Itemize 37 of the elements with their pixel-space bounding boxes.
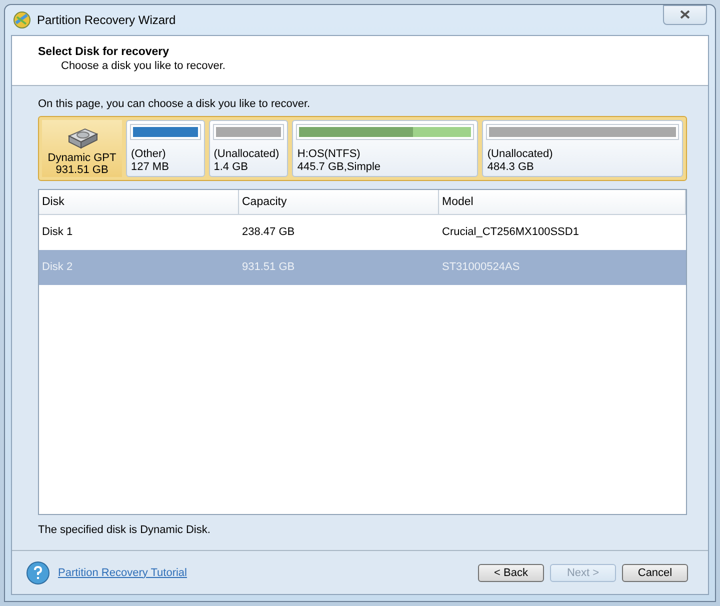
partition-size: 127 MB: [131, 160, 170, 174]
table-cell-text: Disk 2: [41, 260, 74, 276]
column-header[interactable]: Capacity: [239, 190, 439, 216]
disk-type: Dynamic GPT: [48, 152, 116, 164]
wizard-button[interactable]: < Back: [478, 564, 544, 582]
intro-text: On this page, you can choose a disk you like to recover.: [38, 98, 312, 112]
partition-label: (Unallocated): [487, 148, 554, 161]
partition-tile[interactable]: H:OS(NTFS) 445.7 GB,Simple: [292, 120, 478, 178]
page-title: Select Disk for recovery: [38, 46, 170, 58]
page-subtitle: Choose a disk you like to recover.: [60, 60, 226, 72]
disk-size: 931.51 GB: [56, 164, 108, 176]
column-header[interactable]: Disk: [39, 190, 239, 216]
close-icon: [680, 10, 690, 19]
tutorial-link[interactable]: Partition Recovery Tutorial: [58, 566, 187, 579]
status-text: The specified disk is Dynamic Disk.: [38, 524, 212, 538]
window-title: Partition Recovery Wizard: [37, 12, 176, 26]
table-cell-text: 238.47 GB: [241, 225, 296, 240]
partition-tile[interactable]: (Unallocated) 484.3 GB: [482, 120, 683, 178]
table-cell-text: 931.51 GB: [241, 260, 296, 276]
disk-tile[interactable]: Dynamic GPT 931.51 GB: [42, 120, 122, 178]
close-button[interactable]: [663, 4, 707, 24]
table-cell-text: ST31000524AS: [441, 260, 521, 276]
partition-size: 1.4 GB: [214, 160, 249, 174]
partition-tile[interactable]: (Unallocated) 1.4 GB: [208, 120, 288, 178]
partition-tile[interactable]: (Other) 127 MB: [126, 120, 205, 178]
partition-size: 484.3 GB: [487, 160, 535, 174]
table-cell-text: Crucial_CT256MX100SSD1: [441, 225, 580, 240]
wizard-button[interactable]: Cancel: [622, 564, 688, 582]
column-header[interactable]: Model: [439, 190, 686, 216]
table-cell-text: Disk 1: [41, 225, 74, 240]
partition-label: H:OS(NTFS): [297, 148, 362, 161]
wizard-app-icon: [13, 10, 31, 28]
partition-size: 445.7 GB,Simple: [297, 160, 382, 174]
table-row[interactable]: Disk 1 238.47 GB Crucial_CT256MX100SSD1: [39, 215, 686, 250]
partition-label: (Other): [131, 148, 167, 161]
partition-label: (Unallocated): [214, 148, 280, 161]
help-icon[interactable]: [26, 560, 50, 585]
